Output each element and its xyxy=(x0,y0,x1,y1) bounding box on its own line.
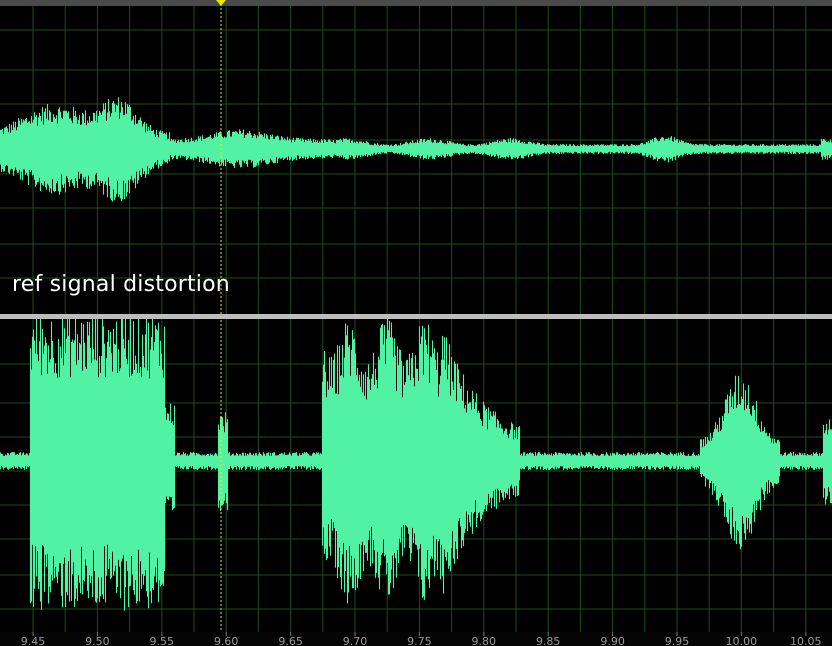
waveform-reference xyxy=(0,97,832,202)
ruler-tick-label: 9.70 xyxy=(343,635,368,646)
ruler-tick-label: 9.95 xyxy=(665,635,690,646)
audio-editor: ref signal distortion 9.45 9.50 9.55 9.60 9.… xyxy=(0,0,832,646)
waveform-view-reference[interactable] xyxy=(0,6,832,314)
ruler-tick-label: 9.90 xyxy=(600,635,625,646)
ruler-tick-label: 9.50 xyxy=(85,635,110,646)
ruler-tick-label: 9.55 xyxy=(150,635,175,646)
waveform-track-distorted[interactable] xyxy=(0,319,832,632)
track-caption: ref signal distortion xyxy=(12,272,230,297)
ruler-tick-label: 10.05 xyxy=(790,635,822,646)
time-ruler[interactable]: 9.45 9.50 9.55 9.60 9.65 9.70 9.75 9.80 9.85 9.90… xyxy=(0,632,832,646)
waveform-track-reference[interactable] xyxy=(0,6,832,314)
ruler-tick-label: 9.45 xyxy=(21,635,46,646)
ruler-tick-label: 9.85 xyxy=(536,635,561,646)
ruler-tick-label: 9.60 xyxy=(214,635,239,646)
ruler-tick-label: 10.00 xyxy=(726,635,758,646)
ruler-tick-label: 9.75 xyxy=(407,635,432,646)
waveform-distorted xyxy=(0,319,832,611)
ruler-tick-label: 9.80 xyxy=(472,635,497,646)
waveform-view-distorted[interactable] xyxy=(0,319,832,632)
ruler-tick-label: 9.65 xyxy=(278,635,303,646)
